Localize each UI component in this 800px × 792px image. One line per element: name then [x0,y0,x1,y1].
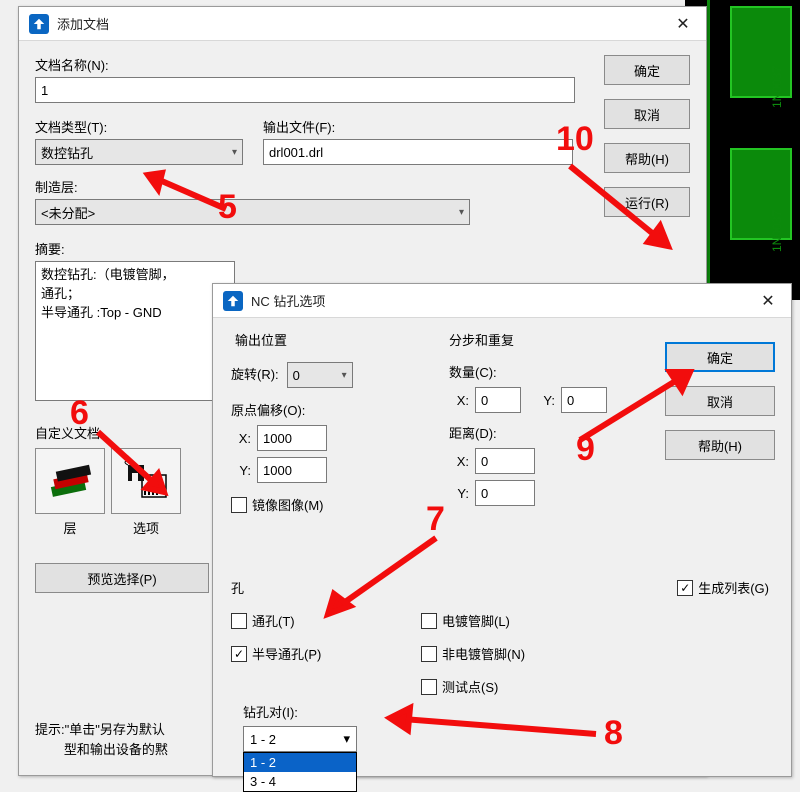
doc-name-input[interactable] [35,77,575,103]
rotate-label: 旋转(R): [231,364,279,383]
drill-pair-dropdown[interactable]: 1 - 2 3 - 4 [243,752,357,792]
help-button[interactable]: 帮助(H) [665,430,775,460]
mfg-layer-label: 制造层: [35,177,470,196]
drill-pair-option[interactable]: 3 - 4 [244,772,356,791]
chevron-down-icon: ▾ [459,207,464,218]
chevron-down-icon: ▾ [232,147,237,158]
origin-offset-label: 原点偏移(O): [231,400,431,419]
titlebar[interactable]: 添加文档 ✕ [19,7,706,41]
ok-button[interactable]: 确定 [604,55,690,85]
drill-pair-option[interactable]: 1 - 2 [244,753,356,772]
output-file-label: 输出文件(F): [263,117,573,136]
count-x-input[interactable] [475,387,521,413]
tool-layer-button[interactable] [35,448,105,514]
output-file-input[interactable] [263,139,573,165]
chevron-down-icon: ▾ [342,370,347,381]
drill-pair-combobox[interactable]: 1 - 2 ▾ 1 - 2 3 - 4 [243,726,357,792]
dist-y-input[interactable] [475,480,535,506]
doc-type-select[interactable]: 数控钻孔 ▾ [35,139,243,165]
app-icon [223,291,243,311]
preview-selection-button[interactable]: 预览选择(P) [35,563,209,593]
count-y-input[interactable] [561,387,607,413]
step-repeat-legend: 分步和重复 [449,330,514,349]
cancel-button[interactable]: 取消 [604,99,690,129]
plated-checkbox[interactable] [421,613,437,629]
tool-options-button[interactable] [111,448,181,514]
origin-x-input[interactable] [257,425,327,451]
mfg-layer-value: <未分配> [41,203,95,222]
origin-y-input[interactable] [257,457,327,483]
through-checkbox[interactable] [231,613,247,629]
doc-type-value: 数控钻孔 [41,143,93,162]
mfg-layer-select[interactable]: <未分配> ▾ [35,199,470,225]
partial-checkbox[interactable] [231,646,247,662]
close-icon[interactable]: ✕ [660,7,706,40]
ok-button[interactable]: 确定 [665,342,775,372]
holes-legend: 孔 [231,578,635,597]
rotate-select[interactable]: 0 ▾ [287,362,353,388]
generate-list-checkbox[interactable] [677,580,693,596]
titlebar[interactable]: NC 钻孔选项 ✕ [213,284,791,318]
testpoint-checkbox[interactable] [421,679,437,695]
run-button[interactable]: 运行(R) [604,187,690,217]
unplated-checkbox[interactable] [421,646,437,662]
mirror-checkbox[interactable] [231,497,247,513]
help-button[interactable]: 帮助(H) [604,143,690,173]
distance-label: 距离(D): [449,423,629,442]
dialog-title: NC 钻孔选项 [251,291,745,310]
app-icon [29,14,49,34]
chevron-down-icon: ▾ [343,731,350,747]
drill-pair-label: 钻孔对(I): [243,702,298,721]
summary-textarea[interactable]: 数控钻孔:（电镀管脚， 通孔； 半导通孔 :Top - GND [35,261,235,401]
dist-x-input[interactable] [475,448,535,474]
output-position-legend: 输出位置 [235,330,287,349]
close-icon[interactable]: ✕ [745,284,791,317]
dialog-title: 添加文档 [57,14,660,33]
tool-layer-label: 层 [35,518,105,537]
dialog-nc-drill-options: NC 钻孔选项 ✕ 输出位置 分步和重复 旋转(R): 0 ▾ 原点偏移(O):… [212,283,792,777]
generate-list-label: 生成列表(G) [698,578,769,597]
count-label: 数量(C): [449,362,629,381]
tool-option-label: 选项 [111,518,181,537]
doc-name-label: 文档名称(N): [35,55,575,74]
cancel-button[interactable]: 取消 [665,386,775,416]
mirror-label: 镜像图像(M) [252,495,324,514]
summary-label: 摘要: [35,239,365,258]
doc-type-label: 文档类型(T): [35,117,243,136]
